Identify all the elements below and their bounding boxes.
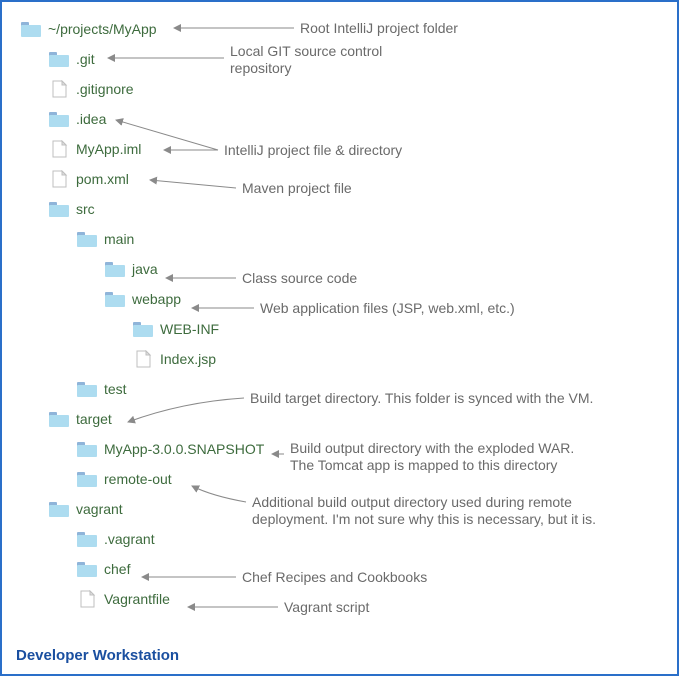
tree-item-label: java: [132, 261, 158, 277]
tree-row-dotvagrant: .vagrant: [20, 524, 677, 554]
file-icon: [48, 170, 70, 188]
folder-icon: [48, 200, 70, 218]
annotation-snapshot-line2: The Tomcat app is mapped to this directo…: [290, 457, 574, 474]
tree-item-label: main: [104, 231, 134, 247]
annotation-idea: IntelliJ project file & directory: [224, 142, 402, 160]
annotation-vagrantfile: Vagrant script: [284, 599, 369, 617]
tree-item-label: chef: [104, 561, 130, 577]
file-icon: [48, 80, 70, 98]
tree-item-label: webapp: [132, 291, 181, 307]
annotation-target: Build target directory. This folder is s…: [250, 390, 593, 408]
folder-icon: [104, 290, 126, 308]
file-icon: [76, 590, 98, 608]
annotation-java: Class source code: [242, 270, 357, 288]
file-icon: [132, 350, 154, 368]
tree-item-label: .idea: [76, 111, 106, 127]
tree-item-label: MyApp.iml: [76, 141, 141, 157]
tree-item-label: remote-out: [104, 471, 172, 487]
tree-item-label: Index.jsp: [160, 351, 216, 367]
annotation-remoteout-line2: deployment. I'm not sure why this is nec…: [252, 511, 596, 528]
annotation-pom: Maven project file: [242, 180, 352, 198]
tree-item-label: .vagrant: [104, 531, 155, 547]
tree-item-label: test: [104, 381, 127, 397]
tree-row-target: target: [20, 404, 677, 434]
diagram-caption: Developer Workstation: [16, 647, 179, 664]
annotation-snapshot: Build output directory with the exploded…: [290, 440, 574, 474]
annotation-remoteout: Additional build output directory used d…: [252, 494, 596, 528]
tree-item-label: MyApp-3.0.0.SNAPSHOT: [104, 441, 264, 457]
folder-icon: [76, 560, 98, 578]
annotation-git-line1: Local GIT source control: [230, 43, 382, 60]
tree-item-label: ~/projects/MyApp: [48, 21, 157, 37]
annotation-chef: Chef Recipes and Cookbooks: [242, 569, 427, 587]
folder-icon: [48, 500, 70, 518]
tree-item-label: src: [76, 201, 95, 217]
tree-item-label: WEB-INF: [160, 321, 219, 337]
tree-row-idea: .idea: [20, 104, 677, 134]
file-icon: [48, 140, 70, 158]
annotation-git: Local GIT source control repository: [230, 43, 382, 77]
tree-item-label: Vagrantfile: [104, 591, 170, 607]
folder-icon: [76, 380, 98, 398]
tree-item-label: pom.xml: [76, 171, 129, 187]
folder-icon: [76, 530, 98, 548]
tree-row-src: src: [20, 194, 677, 224]
folder-icon: [48, 110, 70, 128]
folder-icon: [132, 320, 154, 338]
folder-icon: [104, 260, 126, 278]
tree-item-label: target: [76, 411, 112, 427]
tree-row-main: main: [20, 224, 677, 254]
tree-item-label: vagrant: [76, 501, 123, 517]
tree-row-indexjsp: Index.jsp: [20, 344, 677, 374]
tree-row-webinf: WEB-INF: [20, 314, 677, 344]
folder-icon: [48, 50, 70, 68]
tree-item-label: .git: [76, 51, 95, 67]
folder-icon: [76, 440, 98, 458]
folder-icon: [48, 410, 70, 428]
annotation-root: Root IntelliJ project folder: [300, 20, 458, 38]
annotation-webapp: Web application files (JSP, web.xml, etc…: [260, 300, 515, 318]
folder-icon: [76, 230, 98, 248]
folder-icon: [76, 470, 98, 488]
annotation-remoteout-line1: Additional build output directory used d…: [252, 494, 596, 511]
annotation-git-line2: repository: [230, 60, 382, 77]
annotation-snapshot-line1: Build output directory with the exploded…: [290, 440, 574, 457]
folder-icon: [20, 20, 42, 38]
tree-row-gitignore: .gitignore: [20, 74, 677, 104]
diagram-frame: ~/projects/MyApp .git .gitignore .idea M…: [0, 0, 679, 676]
tree-item-label: .gitignore: [76, 81, 134, 97]
